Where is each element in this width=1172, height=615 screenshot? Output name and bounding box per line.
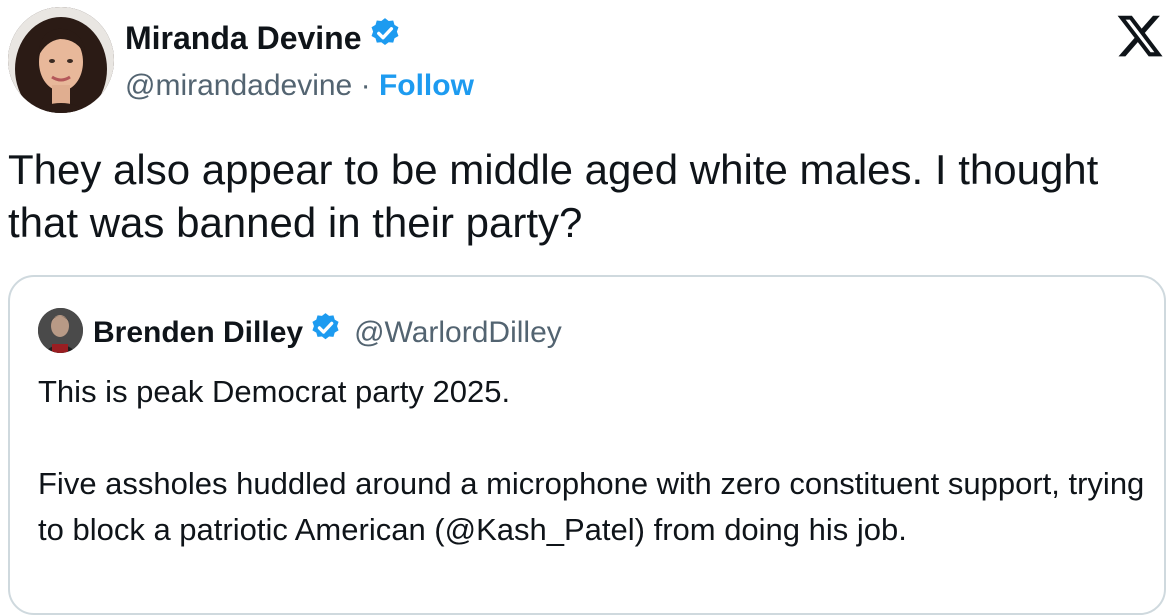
- author-handle[interactable]: @mirandadevine: [125, 69, 352, 102]
- author-name[interactable]: Miranda Devine: [125, 18, 362, 58]
- quoted-paragraph: Five assholes huddled around a microphon…: [38, 466, 1145, 547]
- separator: ·: [360, 69, 371, 102]
- quoted-verified-badge-icon: [309, 311, 342, 355]
- quoted-author-avatar[interactable]: [38, 308, 83, 353]
- follow-button[interactable]: Follow: [379, 69, 474, 102]
- verified-badge-icon: [368, 16, 402, 59]
- quoted-tweet-text: This is peak Democrat party 2025. Five a…: [38, 369, 1148, 553]
- quoted-paragraph: This is peak Democrat party 2025.: [38, 374, 511, 409]
- tweet-text: They also appear to be middle aged white…: [8, 146, 1099, 246]
- handle-row: @mirandadevine · Follow: [125, 66, 474, 106]
- quoted-author-row[interactable]: Brenden Dilley @WarlordDilley: [93, 311, 562, 355]
- quoted-tweet-card[interactable]: Brenden Dilley @WarlordDilley This is pe…: [8, 275, 1166, 615]
- author-name-row[interactable]: Miranda Devine: [125, 16, 402, 59]
- quoted-author-name[interactable]: Brenden Dilley: [93, 313, 303, 353]
- quoted-author-handle[interactable]: @WarlordDilley: [354, 313, 562, 353]
- x-logo-icon[interactable]: [1115, 11, 1165, 61]
- author-avatar[interactable]: [8, 7, 114, 113]
